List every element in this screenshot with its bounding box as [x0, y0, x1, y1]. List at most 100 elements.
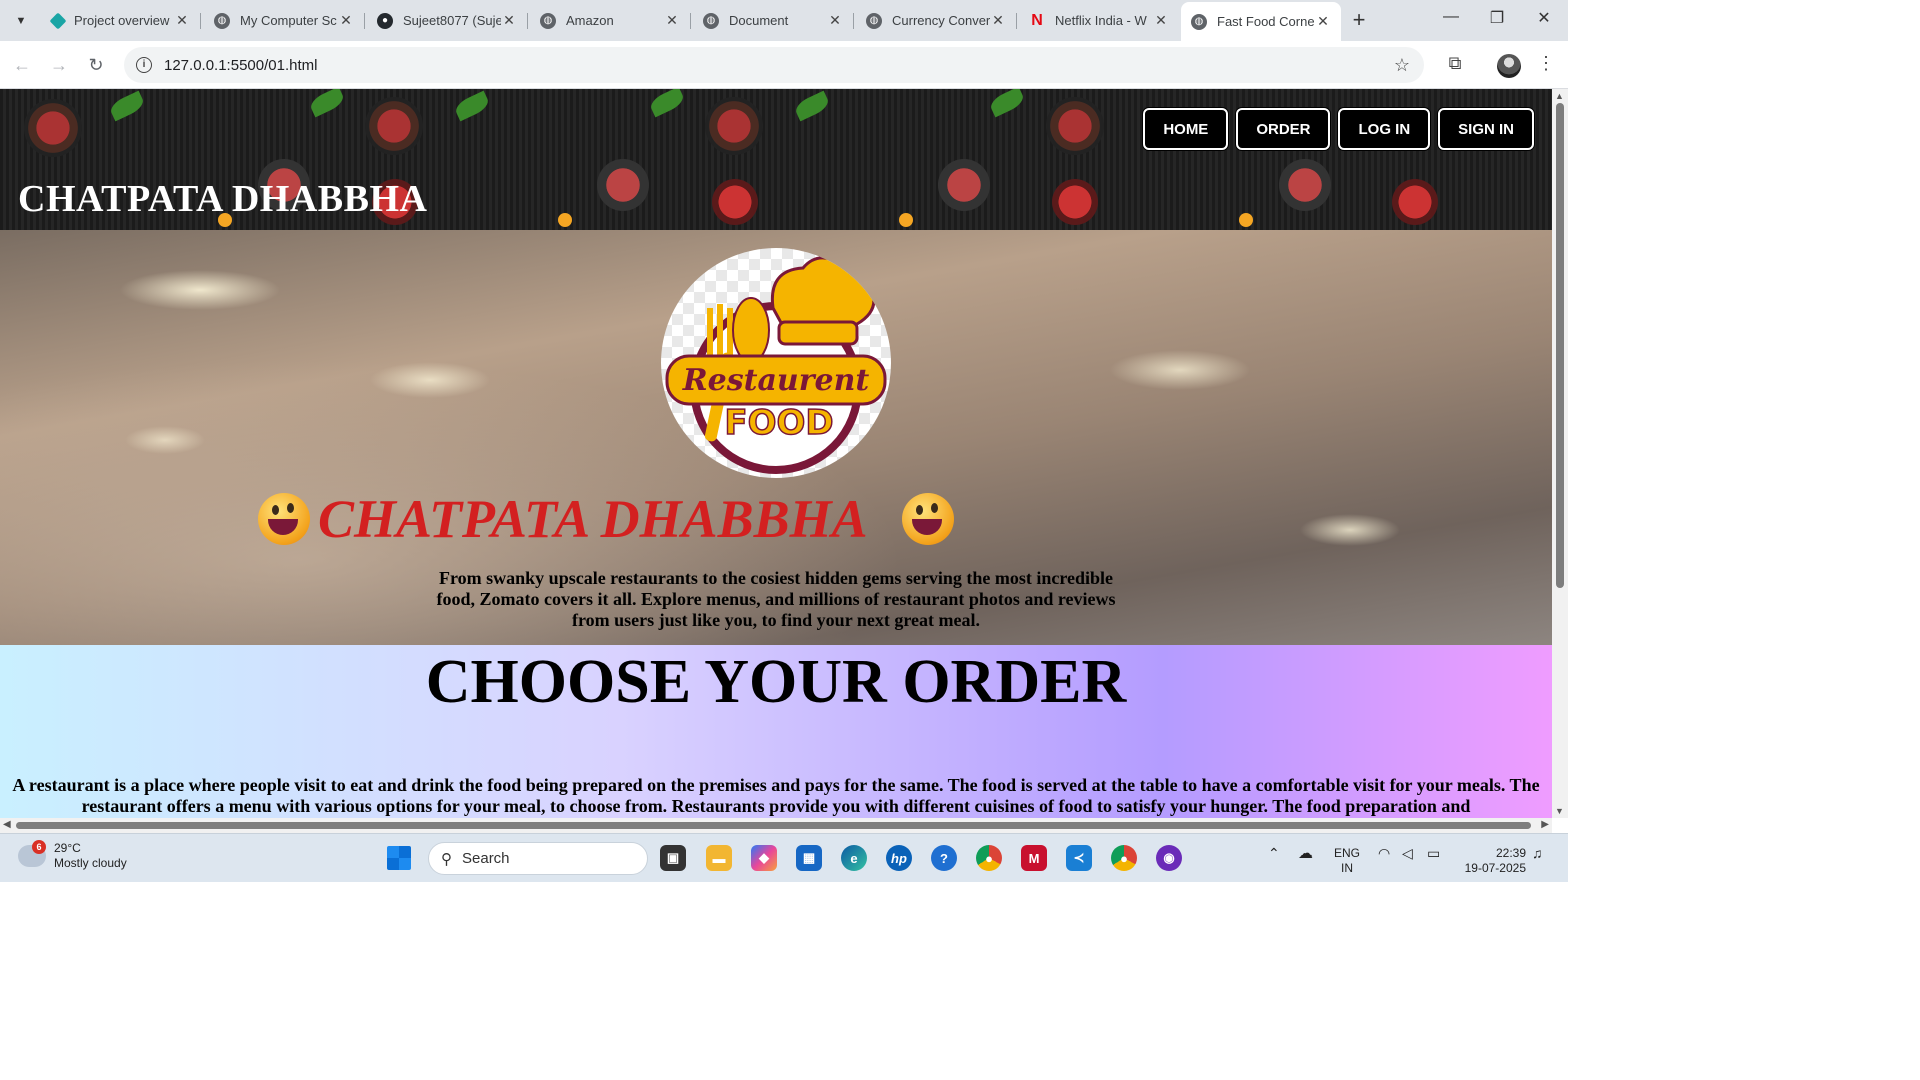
tab-currency-converter[interactable]: ◍ Currency Conver ✕	[856, 6, 1016, 35]
close-icon[interactable]: ✕	[1153, 12, 1169, 29]
tab-project-overview[interactable]: Project overview ✕	[40, 6, 200, 35]
help-assistant-icon[interactable]: ?	[931, 845, 957, 871]
close-icon[interactable]: ✕	[501, 12, 517, 29]
scroll-right-arrow-icon[interactable]: ▶	[1541, 819, 1549, 830]
tab-document[interactable]: ◍ Document ✕	[693, 6, 853, 35]
language: ENG	[1334, 846, 1361, 860]
task-view-icon[interactable]: ▣	[660, 845, 686, 871]
nav-signin-button[interactable]: SIGN IN	[1438, 108, 1534, 150]
tab-divider	[690, 13, 691, 29]
volume-icon[interactable]: ◁	[1402, 846, 1413, 861]
site-info-icon[interactable]: i	[136, 57, 152, 73]
nav-login-button[interactable]: LOG IN	[1338, 108, 1431, 150]
leaf-image	[307, 89, 347, 118]
onedrive-cloud-icon[interactable]: ☁	[1298, 846, 1313, 861]
wifi-icon[interactable]: ◠	[1378, 846, 1390, 861]
search-icon: ⚲	[441, 850, 452, 868]
globe-icon: ◍	[1191, 13, 1207, 30]
address-bar[interactable]: i 127.0.0.1:5500/01.html ☆	[124, 47, 1424, 83]
vertical-scrollbar[interactable]: ▲ ▼	[1552, 89, 1568, 818]
order-description: A restaurant is a place where people vis…	[12, 775, 1540, 816]
edge-icon[interactable]: e	[841, 845, 867, 871]
copilot-icon[interactable]: ◆	[751, 845, 777, 871]
food-plate-image	[365, 97, 423, 155]
language-indicator[interactable]: ENG IN	[1334, 846, 1360, 876]
scroll-up-arrow-icon[interactable]: ▲	[1555, 91, 1564, 101]
steak-image	[938, 159, 990, 211]
close-icon[interactable]: ✕	[990, 12, 1006, 29]
tab-search-chevron-icon[interactable]: ▼	[8, 8, 34, 34]
tab-label: Netflix India - W	[1055, 13, 1147, 28]
new-tab-button[interactable]: +	[1346, 8, 1372, 34]
time: 22:39	[1495, 846, 1526, 860]
file-explorer-icon[interactable]: ▬	[706, 845, 732, 871]
region: IN	[1341, 861, 1353, 875]
globe-icon: ◍	[214, 12, 230, 29]
show-hidden-icons-chevron[interactable]: ⌃	[1268, 846, 1280, 861]
extensions-icon[interactable]: ⧉	[1442, 53, 1468, 79]
orange-slice-image	[1239, 213, 1253, 227]
hp-icon[interactable]: hp	[886, 845, 912, 871]
back-arrow-icon[interactable]: ←	[10, 53, 34, 77]
restore-icon[interactable]: ❐	[1482, 8, 1512, 32]
tab-label: Sujeet8077 (Suje	[403, 13, 501, 28]
tab-my-computer[interactable]: ◍ My Computer Sc ✕	[204, 6, 364, 35]
tab-divider	[200, 13, 201, 29]
mcafee-icon[interactable]: M	[1021, 845, 1047, 871]
github-desktop-icon[interactable]: ◉	[1156, 845, 1182, 871]
date: 19-07-2025	[1464, 861, 1526, 875]
weather-widget[interactable]: 6 29°C Mostly cloudy	[18, 840, 127, 871]
close-window-icon[interactable]: ✕	[1529, 8, 1559, 32]
reload-icon[interactable]: ↻	[84, 53, 108, 77]
leaf-image	[107, 90, 147, 122]
close-icon[interactable]: ✕	[827, 12, 843, 29]
tab-divider	[527, 13, 528, 29]
weather-condition: Mostly cloudy	[54, 856, 127, 870]
horizontal-scroll-thumb[interactable]	[16, 822, 1531, 829]
close-icon[interactable]: ✕	[664, 12, 680, 29]
microsoft-store-icon[interactable]: ▦	[796, 845, 822, 871]
tab-netflix[interactable]: N Netflix India - W ✕	[1019, 6, 1179, 35]
hero-section: Restaurent FOOD CHATPATA DHABBHA From sw…	[0, 230, 1552, 645]
tab-label: Fast Food Corne	[1217, 14, 1315, 29]
leaf-image	[987, 89, 1027, 118]
chrome-profile-icon[interactable]: ●	[1111, 845, 1137, 871]
tab-amazon[interactable]: ◍ Amazon ✕	[530, 6, 690, 35]
battery-icon[interactable]: ▭	[1427, 846, 1440, 861]
clock[interactable]: 22:39 19-07-2025	[1458, 846, 1526, 876]
horizontal-scrollbar[interactable]: ◀ ▶	[0, 818, 1552, 833]
leaf-image	[452, 90, 492, 122]
chrome-icon[interactable]: ●	[976, 845, 1002, 871]
scroll-down-arrow-icon[interactable]: ▼	[1555, 806, 1564, 816]
notifications-bell-icon[interactable]: ♫	[1532, 846, 1543, 861]
globe-icon: ◍	[540, 12, 556, 29]
close-icon[interactable]: ✕	[1315, 13, 1331, 30]
nav-home-button[interactable]: HOME	[1143, 108, 1229, 150]
order-heading: CHOOSE YOUR ORDER	[425, 648, 1127, 716]
nav-order-button[interactable]: ORDER	[1236, 108, 1331, 150]
hero-title-text: CHATPATA DHABBHA	[318, 489, 868, 549]
vertical-scroll-thumb[interactable]	[1556, 103, 1564, 588]
menu-kebab-icon[interactable]: ⋮	[1533, 53, 1559, 79]
tab-github[interactable]: ● Sujeet8077 (Suje ✕	[367, 6, 527, 35]
url-text[interactable]: 127.0.0.1:5500/01.html	[164, 57, 317, 74]
orange-slice-image	[899, 213, 913, 227]
browser-toolbar: ← → ↻ i 127.0.0.1:5500/01.html ☆ ⧉ ⋮	[0, 41, 1568, 89]
vscode-icon[interactable]: ≺	[1066, 845, 1092, 871]
tab-label: My Computer Sc	[240, 13, 337, 28]
profile-avatar[interactable]	[1497, 54, 1521, 78]
close-icon[interactable]: ✕	[174, 12, 190, 29]
forward-arrow-icon[interactable]: →	[47, 53, 71, 77]
taskbar-search-box[interactable]: ⚲ Search	[428, 842, 648, 875]
diamond-icon	[49, 12, 67, 29]
tab-fast-food-corner[interactable]: ◍ Fast Food Corne ✕	[1181, 2, 1341, 41]
scroll-left-arrow-icon[interactable]: ◀	[3, 819, 11, 830]
minimize-icon[interactable]: —	[1436, 8, 1466, 32]
grinning-face-emoji-icon	[258, 493, 310, 545]
windows-start-icon[interactable]	[387, 846, 411, 870]
logo-word-restaurent: Restaurent	[682, 363, 870, 398]
bookmark-star-icon[interactable]: ☆	[1394, 55, 1410, 76]
page-viewport: CHATPATA DHABBHA HOME ORDER LOG IN SIGN …	[0, 89, 1552, 818]
close-icon[interactable]: ✕	[338, 12, 354, 29]
meat-image	[1392, 179, 1438, 225]
